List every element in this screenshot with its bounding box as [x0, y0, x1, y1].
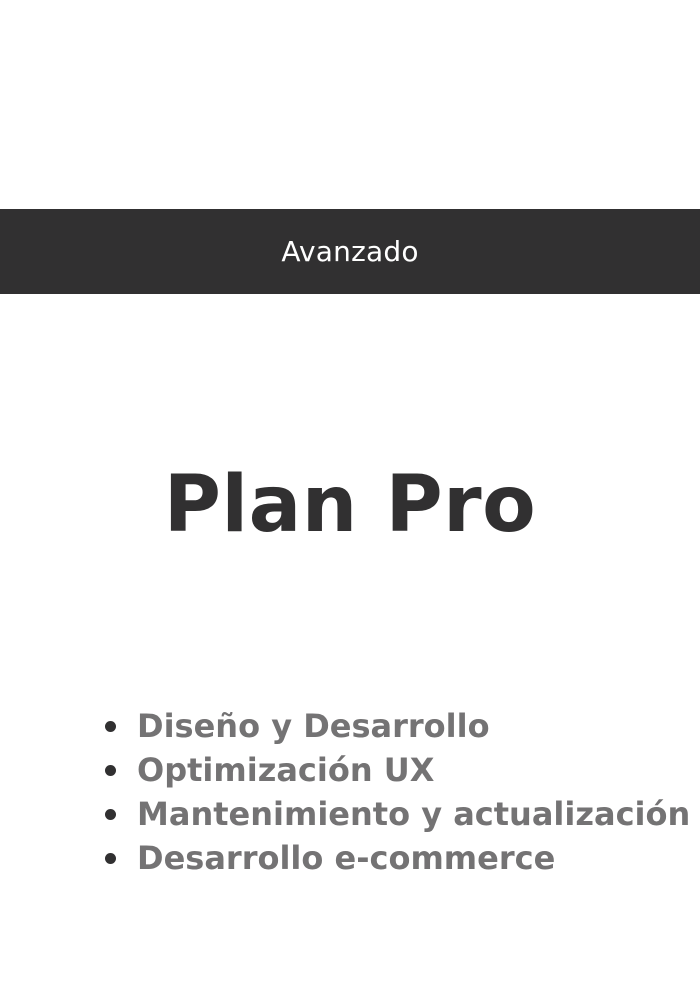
feature-item-ecommerce: Desarrollo e-commerce [104, 836, 690, 880]
plan-title: Plan Pro [163, 460, 537, 550]
feature-label: Diseño y Desarrollo [137, 707, 490, 745]
tier-header-band: Avanzado [0, 209, 700, 294]
bullet-icon [105, 809, 116, 820]
feature-label: Desarrollo e-commerce [137, 839, 556, 877]
tier-label: Avanzado [281, 234, 419, 268]
bullet-icon [105, 853, 116, 864]
feature-label: Mantenimiento y actualización [137, 795, 691, 833]
feature-label: Optimización UX [137, 751, 435, 789]
feature-item-maintenance: Mantenimiento y actualización [104, 792, 690, 836]
feature-item-ux-optimization: Optimización UX [104, 748, 690, 792]
feature-item-design-development: Diseño y Desarrollo [104, 704, 690, 748]
pricing-plan-card: Avanzado Plan Pro Diseño y Desarrollo Op… [0, 0, 700, 1000]
bullet-icon [105, 721, 116, 732]
feature-list: Diseño y Desarrollo Optimización UX Mant… [104, 704, 690, 880]
bullet-icon [105, 765, 116, 776]
